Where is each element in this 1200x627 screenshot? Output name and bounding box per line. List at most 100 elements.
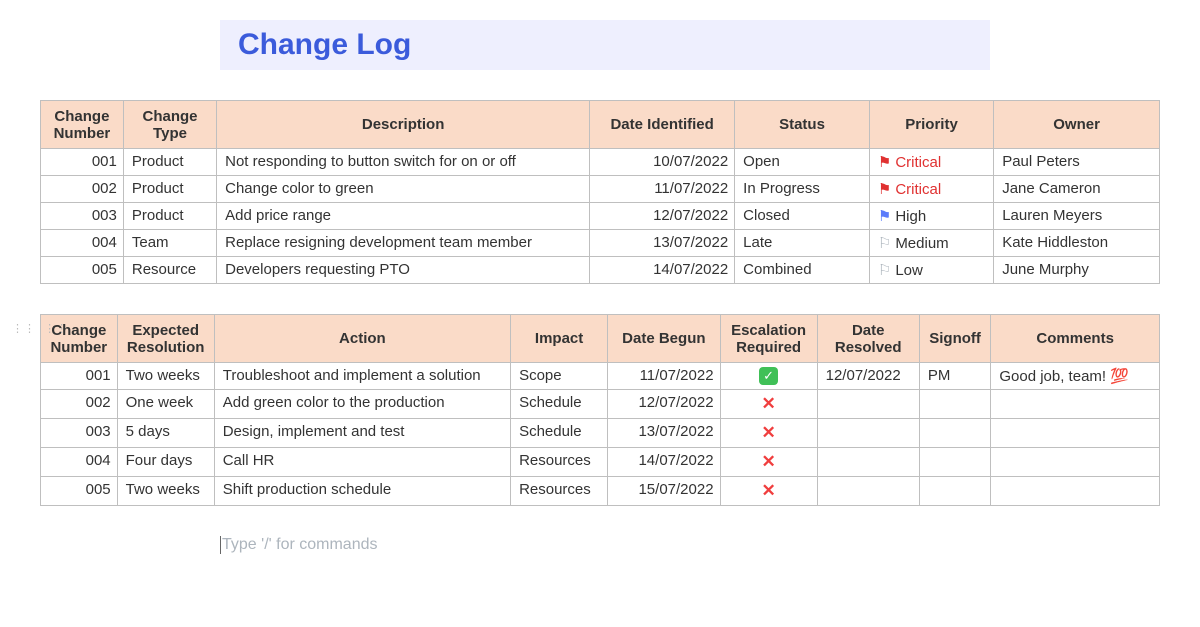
cell-impact: Resources <box>511 477 608 506</box>
cell-date-identified: 11/07/2022 <box>590 176 735 203</box>
cell-change-type: Product <box>123 176 216 203</box>
table-row[interactable]: 004Four daysCall HRResources14/07/2022✕ <box>41 448 1160 477</box>
cell-priority: ⚑Critical <box>869 149 993 176</box>
cell-date-identified: 14/07/2022 <box>590 257 735 284</box>
cell-priority: ⚐Low <box>869 257 993 284</box>
cell-date-begun: 13/07/2022 <box>608 419 720 448</box>
cell-owner: Kate Hiddleston <box>994 230 1160 257</box>
drag-handle-icon[interactable]: ⋮⋮ ⋮⋮ <box>12 322 68 335</box>
cross-icon: ✕ <box>761 452 775 471</box>
cell-escalation: ✕ <box>720 477 817 506</box>
cell-date-identified: 13/07/2022 <box>590 230 735 257</box>
table-row[interactable]: 001Two weeksTroubleshoot and implement a… <box>41 363 1160 390</box>
text-caret <box>220 536 221 554</box>
table-row[interactable]: 005Two weeksShift production scheduleRes… <box>41 477 1160 506</box>
cell-date-resolved <box>817 477 919 506</box>
cell-escalation: ✕ <box>720 448 817 477</box>
cell-status: Combined <box>735 257 870 284</box>
cell-impact: Schedule <box>511 419 608 448</box>
table-header-row: Change Number Change Type Description Da… <box>41 101 1160 149</box>
cell-date-resolved <box>817 448 919 477</box>
cell-escalation: ✓ <box>720 363 817 390</box>
cell-comments <box>991 448 1160 477</box>
cell-owner: Lauren Meyers <box>994 203 1160 230</box>
cell-change-type: Team <box>123 230 216 257</box>
col-change-number: Change Number <box>41 101 124 149</box>
cell-change-number: 002 <box>41 176 124 203</box>
cell-impact: Scope <box>511 363 608 390</box>
cell-date-begun: 15/07/2022 <box>608 477 720 506</box>
cell-expected-resolution: Two weeks <box>117 477 214 506</box>
page-title: Change Log <box>238 28 411 61</box>
cell-change-number: 005 <box>41 477 118 506</box>
flag-icon: ⚑ <box>878 154 891 171</box>
cell-impact: Resources <box>511 448 608 477</box>
cell-status: Open <box>735 149 870 176</box>
cell-status: Late <box>735 230 870 257</box>
cell-change-type: Product <box>123 149 216 176</box>
slash-command-line[interactable]: Type '/' for commands <box>220 536 1160 554</box>
col-comments: Comments <box>991 315 1160 363</box>
table-header-row: Change Number Expected Resolution Action… <box>41 315 1160 363</box>
table-row[interactable]: 005ResourceDevelopers requesting PTO14/0… <box>41 257 1160 284</box>
col-date-identified: Date Identified <box>590 101 735 149</box>
cell-signoff: PM <box>919 363 991 390</box>
cell-description: Developers requesting PTO <box>217 257 590 284</box>
col-priority: Priority <box>869 101 993 149</box>
cell-priority: ⚐Medium <box>869 230 993 257</box>
col-date-begun: Date Begun <box>608 315 720 363</box>
table-row[interactable]: 003ProductAdd price range12/07/2022Close… <box>41 203 1160 230</box>
cell-action: Shift production schedule <box>214 477 510 506</box>
cell-date-begun: 11/07/2022 <box>608 363 720 390</box>
col-date-resolved: Date Resolved <box>817 315 919 363</box>
cell-priority: ⚑Critical <box>869 176 993 203</box>
cell-action: Design, implement and test <box>214 419 510 448</box>
page-title-block: Change Log <box>220 20 990 70</box>
cell-date-begun: 14/07/2022 <box>608 448 720 477</box>
cell-change-number: 001 <box>41 149 124 176</box>
col-action: Action <box>214 315 510 363</box>
cell-description: Not responding to button switch for on o… <box>217 149 590 176</box>
cell-date-identified: 12/07/2022 <box>590 203 735 230</box>
table-row[interactable]: 0035 daysDesign, implement and testSched… <box>41 419 1160 448</box>
cell-change-number: 002 <box>41 390 118 419</box>
cell-status: In Progress <box>735 176 870 203</box>
table-row[interactable]: 001ProductNot responding to button switc… <box>41 149 1160 176</box>
cell-action: Call HR <box>214 448 510 477</box>
flag-icon: ⚐ <box>878 262 891 279</box>
cell-comments <box>991 477 1160 506</box>
cell-escalation: ✕ <box>720 419 817 448</box>
cross-icon: ✕ <box>761 423 775 442</box>
cell-expected-resolution: Two weeks <box>117 363 214 390</box>
cell-change-number: 003 <box>41 419 118 448</box>
table-row[interactable]: 004TeamReplace resigning development tea… <box>41 230 1160 257</box>
table-row[interactable]: 002ProductChange color to green11/07/202… <box>41 176 1160 203</box>
col-escalation-required: Escalation Required <box>720 315 817 363</box>
cell-change-number: 005 <box>41 257 124 284</box>
cell-signoff <box>919 477 991 506</box>
flag-icon: ⚐ <box>878 235 891 252</box>
cell-signoff <box>919 390 991 419</box>
cell-change-type: Resource <box>123 257 216 284</box>
change-log-table-1: Change Number Change Type Description Da… <box>40 100 1160 284</box>
cell-priority: ⚑High <box>869 203 993 230</box>
cell-description: Change color to green <box>217 176 590 203</box>
col-signoff: Signoff <box>919 315 991 363</box>
col-description: Description <box>217 101 590 149</box>
slash-placeholder: Type '/' for commands <box>222 536 378 553</box>
cell-signoff <box>919 448 991 477</box>
cell-owner: Jane Cameron <box>994 176 1160 203</box>
cell-escalation: ✕ <box>720 390 817 419</box>
cell-date-resolved <box>817 390 919 419</box>
cross-icon: ✕ <box>761 481 775 500</box>
flag-icon: ⚑ <box>878 181 891 198</box>
cell-status: Closed <box>735 203 870 230</box>
cell-description: Add price range <box>217 203 590 230</box>
table-row[interactable]: 002One weekAdd green color to the produc… <box>41 390 1160 419</box>
check-icon: ✓ <box>759 367 778 385</box>
cell-change-number: 001 <box>41 363 118 390</box>
cell-date-resolved <box>817 419 919 448</box>
cell-change-number: 004 <box>41 448 118 477</box>
cell-action: Troubleshoot and implement a solution <box>214 363 510 390</box>
cell-change-type: Product <box>123 203 216 230</box>
